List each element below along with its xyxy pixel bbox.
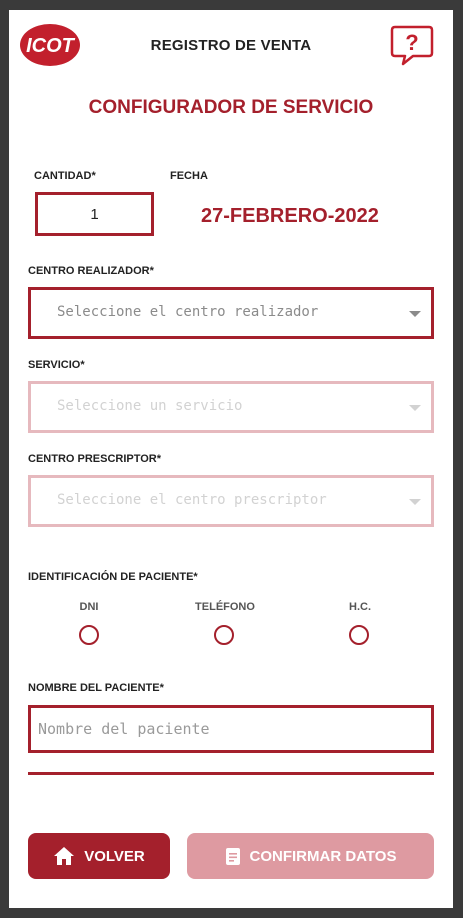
app-title: REGISTRO DE VENTA [150,37,312,54]
quantity-input[interactable]: 1 [35,192,154,236]
section-title: CONFIGURADOR DE SERVICIO [88,97,374,118]
app-screen: ICOT REGISTRO DE VENTA ? CONFIGURADOR DE… [9,10,453,908]
svg-text:?: ? [405,30,418,55]
confirmar-datos-button[interactable]: CONFIRMAR DATOS [187,833,434,879]
radio-telefono[interactable] [214,625,234,645]
centro-prescriptor-placeholder: Seleccione el centro prescriptor [57,492,327,508]
radio-hc[interactable] [349,625,369,645]
confirmar-label: CONFIRMAR DATOS [249,847,397,865]
centro-realizador-select[interactable]: Seleccione el centro realizador [28,287,434,339]
document-icon [225,847,240,865]
radio-label-telefono: TELÉFONO [195,601,255,613]
centro-prescriptor-label: CENTRO PRESCRIPTOR* [28,453,162,465]
dropdown-caret-icon [409,405,421,411]
home-icon [54,847,75,865]
radio-label-hc: H.C. [349,601,371,613]
servicio-select[interactable]: Seleccione un servicio [28,381,434,433]
nombre-placeholder: Nombre del paciente [38,720,210,738]
radio-label-dni: DNI [79,601,99,613]
question-bubble-icon[interactable]: ? [389,23,435,67]
centro-realizador-placeholder: Seleccione el centro realizador [57,304,319,320]
identificacion-label: IDENTIFICACIÓN DE PACIENTE* [28,571,198,583]
quantity-label: CANTIDAD* [34,170,96,182]
servicio-placeholder: Seleccione un servicio [57,398,243,414]
centro-realizador-label: CENTRO REALIZADOR* [28,265,154,277]
centro-prescriptor-select[interactable]: Seleccione el centro prescriptor [28,475,434,527]
date-value: 27-FEBRERO-2022 [201,205,379,227]
dropdown-caret-icon [409,311,421,317]
divider [28,772,434,775]
radio-dni[interactable] [79,625,99,645]
volver-label: VOLVER [84,847,145,865]
date-label: FECHA [170,170,208,182]
volver-button[interactable]: VOLVER [28,833,170,879]
nombre-label: NOMBRE DEL PACIENTE* [28,682,164,694]
servicio-label: SERVICIO* [28,359,85,371]
quantity-value: 1 [90,205,99,223]
dropdown-caret-icon [409,499,421,505]
nombre-paciente-input[interactable]: Nombre del paciente [28,705,434,753]
